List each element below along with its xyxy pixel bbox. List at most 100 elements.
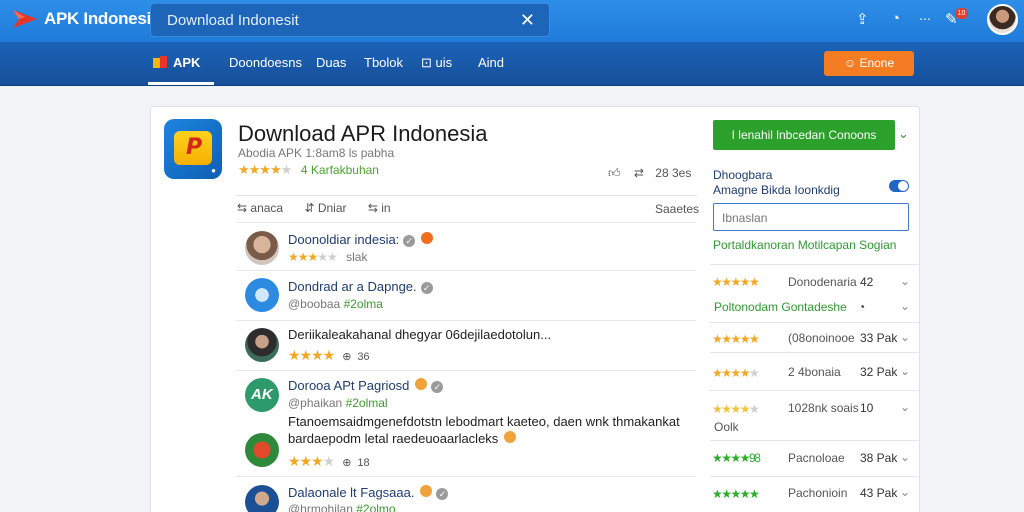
- chevron-down-icon[interactable]: ⌄: [900, 330, 910, 344]
- comment-stars: ★★★★ ⊕ 18: [288, 453, 370, 470]
- chevron-down-icon[interactable]: ⌄: [900, 274, 910, 288]
- sidebar-link[interactable]: Portaldkanoran Motilcapan Sogian: [713, 238, 896, 252]
- more-icon[interactable]: ⋯: [919, 12, 931, 26]
- app-rating: ★★★★★ 4 Karfakbuhan: [238, 162, 379, 178]
- app-icon-dot: ●: [211, 166, 216, 175]
- row-stars-text: 98: [749, 451, 761, 465]
- rating-text: 4 Karfakbuhan: [300, 163, 379, 177]
- commenter-avatar[interactable]: [245, 328, 279, 362]
- logo-icon: [13, 10, 37, 28]
- share-icon[interactable]: ⇄: [634, 166, 644, 180]
- comment-tag: #2olma: [343, 297, 383, 311]
- commenter-name-text: Dorooa APt Pagriosd: [288, 378, 410, 393]
- commenter-name[interactable]: Dorooa APt Pagriosd ✓: [288, 378, 444, 393]
- comment-like-count: 18: [357, 457, 370, 469]
- chevron-down-icon[interactable]: ⌄: [900, 299, 910, 313]
- stars-glyphs: ★★★★: [288, 347, 335, 363]
- chevron-down-icon[interactable]: ⌄: [900, 450, 910, 464]
- comment-like-count: 36: [357, 351, 370, 363]
- download-button[interactable]: I lenahil lnbcedan Conoons: [713, 120, 895, 150]
- comment-stars: ★★★★ ⊕ 36: [288, 347, 370, 364]
- comment-item: Dalaonale lt Fagsaaa. ✓ @hrmohilan #2olmo: [236, 476, 696, 512]
- toggle-switch[interactable]: [889, 180, 909, 192]
- row-stars: ★★★★★: [712, 366, 760, 380]
- tab-label: anaca: [250, 201, 284, 215]
- commenter-name[interactable]: Dondrad ar a Dapnge. ✓: [288, 279, 433, 294]
- row-label: Pachonioin: [788, 486, 848, 500]
- sidebar-row[interactable]: ★★★★★ (08onoinooe 33 Pak ⌄: [710, 322, 920, 352]
- clear-icon[interactable]: ✕: [520, 10, 535, 31]
- upload-icon[interactable]: ⇪: [856, 10, 869, 28]
- nav-item-apk[interactable]: APK: [152, 55, 200, 70]
- nav-item-uis[interactable]: ⊡ uis: [421, 55, 452, 71]
- comment-user: @boobaa: [288, 297, 341, 311]
- chevron-down-icon[interactable]: ⌄: [898, 126, 909, 142]
- row-value: 38 Pak: [860, 451, 898, 465]
- sort-dropdown[interactable]: Saaetes: [655, 202, 699, 216]
- tab-in[interactable]: ⇆ in: [368, 201, 391, 215]
- sidebar-row[interactable]: ★★★★★ 2 4bonaia 32 Pak ⌄: [710, 352, 920, 390]
- row-stars: ★★★★★: [712, 275, 760, 289]
- comment-text: Deriikaleakahanal dhegyar 06dejilaedotol…: [288, 327, 552, 342]
- site-logo[interactable]: APK Indonesia: [12, 8, 160, 30]
- sidebar-subtitle: Amagne Bikda Ioonkdig: [713, 183, 840, 197]
- sidebar-row[interactable]: ★★★★★ 1028nk soais 10 ⌄ Oolk: [710, 390, 920, 440]
- search-input[interactable]: Download Indonesit ✕: [150, 3, 550, 37]
- nav-item-tbolok[interactable]: Tbolok: [364, 55, 403, 70]
- commenter-name[interactable]: Doonoldiar indesia: ✓: [288, 232, 434, 247]
- sidebar-input[interactable]: Ibnaslan: [713, 203, 909, 231]
- comment-meta-text: slak: [346, 250, 368, 264]
- emoji-icon: [504, 431, 517, 443]
- nav-action-button[interactable]: ☺ Enone: [824, 51, 914, 76]
- tab-anaca[interactable]: ⇆ anaca: [237, 201, 283, 215]
- chevron-down-icon[interactable]: ⌄: [900, 485, 910, 499]
- commenter-avatar[interactable]: AK: [245, 378, 279, 412]
- rating-stars: ★★★★★: [238, 162, 292, 177]
- reply-avatar[interactable]: [245, 433, 279, 467]
- sidebar-input-value: Ibnaslan: [722, 211, 768, 225]
- sidebar-row[interactable]: Poltonodam Gontadeshe ◔ ⌄: [710, 294, 920, 324]
- row-value: 10: [860, 401, 874, 415]
- row-label: Pacnoloae: [788, 451, 845, 465]
- comment-user: @phaikan: [288, 396, 343, 410]
- chevron-down-icon[interactable]: ⌄: [900, 364, 910, 378]
- top-bar: APK Indonesia Download Indonesit ✕ ⇪ ◔ ⋯…: [0, 0, 1024, 42]
- thumbs-up-icon[interactable]: 👍︎: [608, 166, 621, 180]
- stats-text: 28 3es: [655, 166, 692, 180]
- user-avatar[interactable]: [987, 4, 1018, 35]
- info-icon[interactable]: ◔: [891, 10, 900, 27]
- sidebar-row[interactable]: ★★★★98 Pacnoloae 38 Pak ⌄: [710, 440, 920, 476]
- thumbs-icon[interactable]: ⊕: [342, 351, 351, 363]
- commenter-avatar[interactable]: [245, 231, 279, 265]
- nav-item-aind[interactable]: Aind: [478, 55, 504, 70]
- row-value: 42: [860, 275, 874, 289]
- sidebar-row[interactable]: ★★★★★ Donodenaria 42 ⌄: [710, 264, 920, 294]
- smile-icon: ☺: [843, 56, 857, 70]
- nav-item-duas[interactable]: Duas: [316, 55, 346, 70]
- verified-icon: ✓: [420, 282, 433, 294]
- comment-tag: #2olmo: [356, 502, 396, 512]
- app-icon: P ●: [164, 119, 222, 179]
- nav-active-indicator: [148, 82, 214, 85]
- nav-item-doondoesns[interactable]: Doondoesns: [229, 55, 302, 70]
- comment-item: Doonoldiar indesia: ✓ ★★★★★ slak: [236, 222, 696, 270]
- app-glyph-icon: P: [186, 135, 203, 160]
- thumbs-icon[interactable]: ⊕: [342, 457, 351, 469]
- nav-label-uis: uis: [435, 55, 453, 70]
- comment-meta: @boobaa #2olma: [288, 297, 383, 311]
- commenter-avatar[interactable]: [245, 485, 279, 512]
- sidebar-title: Dhoogbara: [713, 168, 773, 182]
- comment-tag: #2olmal: [345, 396, 388, 410]
- comment-tabs: ⇆ anaca ⇵ Dniar ⇆ in: [237, 201, 409, 215]
- avatar-initials-icon: AK: [251, 386, 273, 403]
- commenter-name-text: Dondrad ar a Dapnge.: [288, 279, 417, 294]
- book-icon: ⊡: [421, 55, 432, 70]
- commenter-avatar[interactable]: [245, 278, 279, 312]
- sidebar-row[interactable]: ★★★★★ Pachonioin 43 Pak ⌄: [710, 476, 920, 512]
- commenter-name[interactable]: Dalaonale lt Fagsaaa. ✓: [288, 485, 449, 500]
- chevron-down-icon[interactable]: ⌄: [900, 400, 910, 414]
- tab-dniar[interactable]: ⇵ Dniar: [304, 201, 346, 215]
- app-subtitle: Abodia APK 1:8am8 ls pabha: [238, 146, 395, 160]
- app-title: Download APR Indonesia: [238, 121, 488, 146]
- row-stars: ★★★★★: [712, 487, 760, 501]
